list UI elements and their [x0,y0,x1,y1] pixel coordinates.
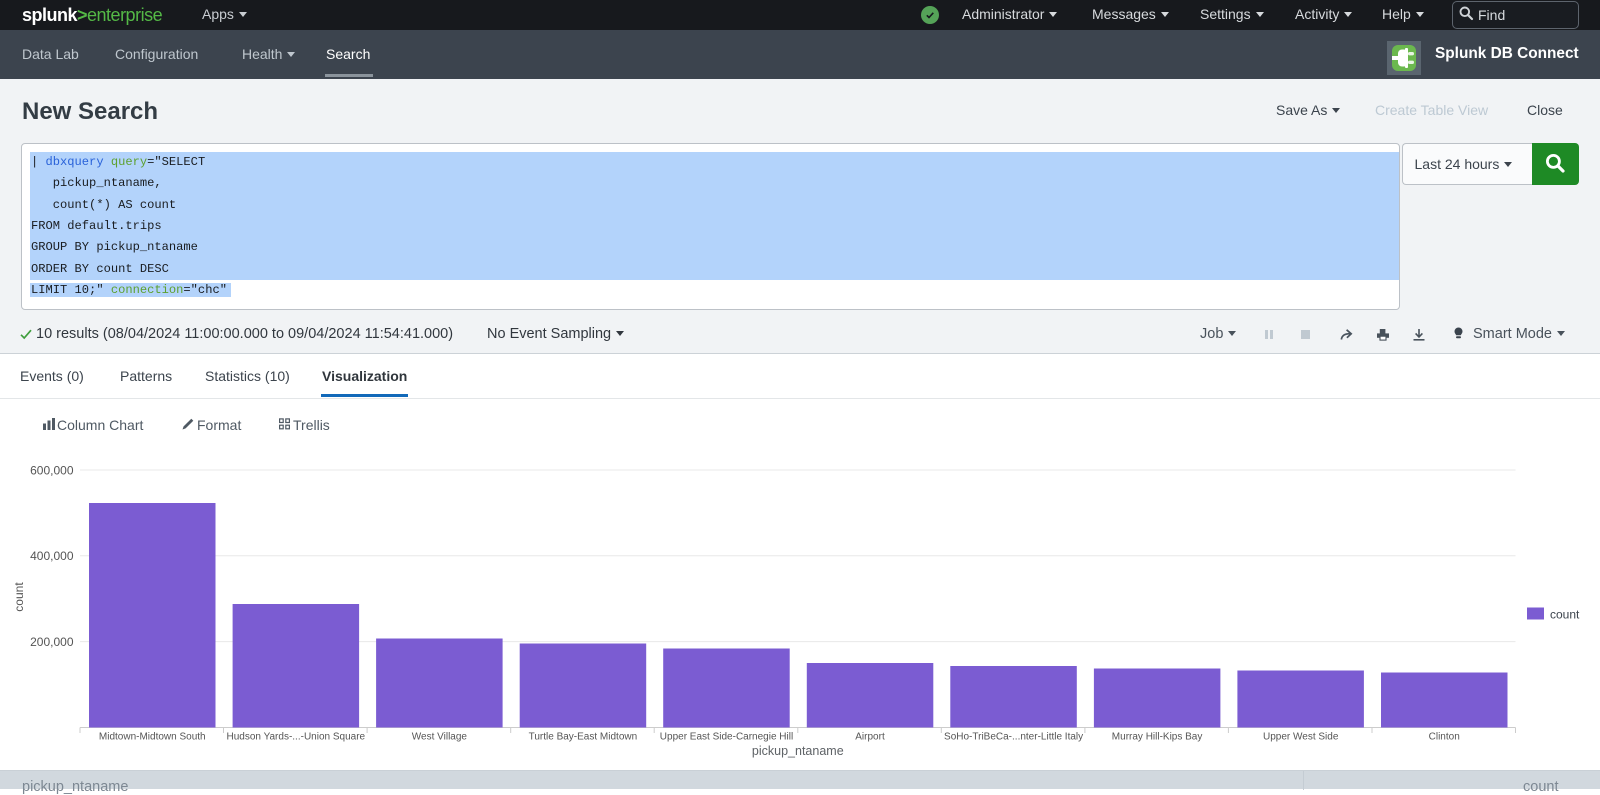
svg-text:count: count [12,582,26,612]
svg-text:Upper East Side-Carnegie Hill: Upper East Side-Carnegie Hill [660,732,793,743]
svg-text:Upper West Side: Upper West Side [1263,732,1339,743]
svg-text:Murray Hill-Kips Bay: Murray Hill-Kips Bay [1112,732,1203,743]
svg-text:pickup_ntaname: pickup_ntaname [752,744,844,758]
svg-text:200,000: 200,000 [30,635,74,649]
svg-text:600,000: 600,000 [30,463,74,477]
svg-text:Airport: Airport [855,732,885,743]
svg-text:Clinton: Clinton [1429,732,1460,743]
svg-text:Midtown-Midtown South: Midtown-Midtown South [99,732,206,743]
svg-text:West Village: West Village [412,732,468,743]
svg-text:Hudson Yards-...-Union Square: Hudson Yards-...-Union Square [227,732,366,743]
svg-text:SoHo-TriBeCa-...nter-Little It: SoHo-TriBeCa-...nter-Little Italy [944,732,1083,743]
svg-text:Turtle Bay-East Midtown: Turtle Bay-East Midtown [529,732,638,743]
svg-text:count: count [1550,608,1580,622]
svg-text:400,000: 400,000 [30,549,74,563]
